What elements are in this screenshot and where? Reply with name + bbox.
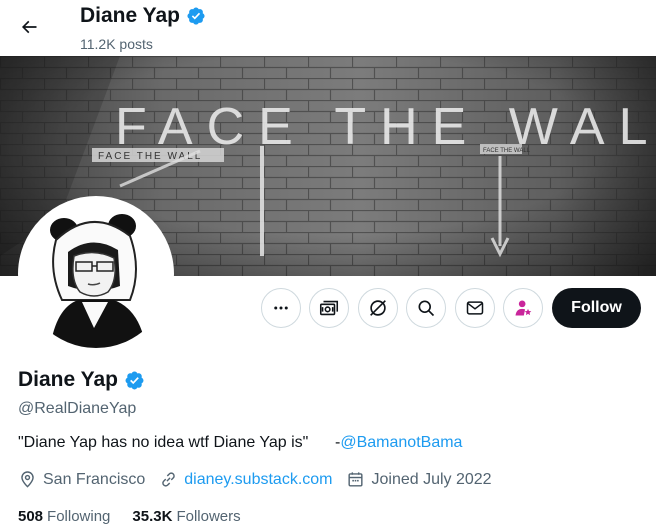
following-count: 508: [18, 508, 44, 525]
location-pin-icon: [21, 471, 34, 488]
subscribe-button[interactable]: [503, 288, 543, 328]
profile-meta: San Francisco dianey.substack.com Joined…: [18, 470, 506, 489]
location-text: San Francisco: [43, 470, 146, 488]
follow-counts: 508 Following 35.3K Followers: [18, 508, 263, 525]
tip-button[interactable]: [309, 288, 349, 328]
search-profile-button[interactable]: [406, 288, 446, 328]
bio: "Diane Yap has no idea wtf Diane Yap is"…: [18, 434, 462, 452]
website-link[interactable]: dianey.substack.com: [184, 471, 332, 489]
search-icon: [418, 300, 435, 317]
calendar-icon: [348, 472, 364, 487]
back-button[interactable]: [12, 10, 46, 44]
followers-count: 35.3K: [132, 508, 173, 525]
followers-label: Followers: [176, 508, 241, 525]
joined-text: Joined July 2022: [371, 470, 492, 488]
arrow-left-icon: [21, 20, 37, 34]
following-label: Following: [47, 508, 111, 525]
more-options-button[interactable]: [261, 288, 301, 328]
display-name: Diane Yap: [18, 368, 118, 391]
joined-item: Joined July 2022: [346, 470, 492, 489]
header-name: Diane Yap: [80, 4, 180, 27]
follow-button[interactable]: Follow: [552, 288, 641, 328]
location-item: San Francisco: [18, 470, 145, 489]
post-count: 11.2K posts: [80, 36, 153, 52]
top-bar: Diane Yap 11.2K posts: [0, 0, 656, 56]
bio-text: "Diane Yap has no idea wtf Diane Yap is"…: [18, 434, 341, 451]
verified-badge-icon: [187, 7, 205, 25]
envelope-icon: [466, 301, 484, 315]
grok-icon: [370, 300, 386, 316]
grok-button[interactable]: [358, 288, 398, 328]
followers-link[interactable]: 35.3K Followers: [132, 508, 240, 525]
banner-sign-right-text: FACE THE WALL: [483, 148, 531, 154]
bio-mention-link[interactable]: @BamanotBama: [340, 434, 462, 451]
message-button[interactable]: [455, 288, 495, 328]
subscribe-person-star-icon: [515, 300, 532, 316]
link-icon: [162, 472, 176, 487]
profile-actions: Follow: [0, 288, 656, 330]
money-icon: [319, 300, 339, 316]
banner-headline: FACE THE WALL: [115, 98, 656, 156]
verified-badge-icon: [125, 371, 144, 389]
website-item: dianey.substack.com: [159, 470, 332, 489]
user-handle: @RealDianeYap: [18, 400, 137, 417]
more-dots-icon: [274, 306, 288, 310]
following-link[interactable]: 508 Following: [18, 508, 110, 525]
